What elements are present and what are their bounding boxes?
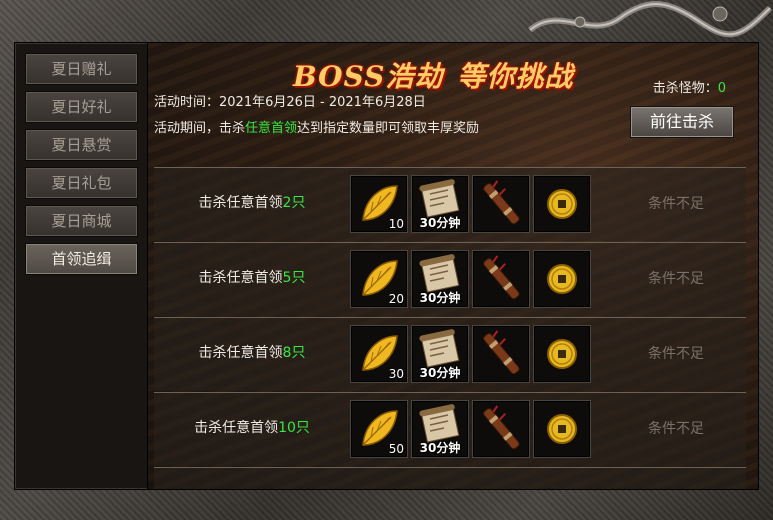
- reward-slot-leaf[interactable]: 20: [350, 250, 408, 308]
- sidebar-item-boss-hunt[interactable]: 首领追缉: [25, 243, 138, 275]
- reward-slot-leaf[interactable]: 50: [350, 400, 408, 458]
- desc-before: 活动期间，击杀: [154, 121, 246, 136]
- leaf-quantity: 30: [388, 367, 404, 381]
- reward-slot-coin[interactable]: [533, 250, 591, 308]
- claim-status[interactable]: 条件不足: [606, 393, 746, 467]
- claim-status[interactable]: 条件不足: [606, 243, 746, 317]
- page-title: BOSS浩劫 等你挑战: [293, 55, 573, 95]
- sidebar-item-summer-goodies[interactable]: 夏日好礼: [25, 91, 138, 123]
- reward-slot-scroll[interactable]: 30分钟: [411, 325, 469, 383]
- reward-slot-scroll[interactable]: 30分钟: [411, 400, 469, 458]
- reward-slot-bundle[interactable]: [472, 400, 530, 458]
- event-time: 活动时间：2021年6月26日 - 2021年6月28日: [154, 91, 426, 110]
- reward-slot-coin[interactable]: [533, 175, 591, 233]
- kill-label: 击杀怪物：: [652, 81, 718, 96]
- sidebar-item-summer-shop[interactable]: 夏日商城: [25, 205, 138, 237]
- reward-slot-scroll[interactable]: 30分钟: [411, 250, 469, 308]
- claim-status[interactable]: 条件不足: [606, 318, 746, 392]
- dragon-ornament-icon: [528, 1, 773, 38]
- reward-row: 击杀任意首领8只 30 30分钟 条件不足: [154, 317, 746, 391]
- reward-row: 击杀任意首领5只 20 30分钟 条件不足: [154, 242, 746, 316]
- event-time-value: 2021年6月26日 - 2021年6月28日: [219, 95, 426, 110]
- reward-slot-bundle[interactable]: [472, 250, 530, 308]
- event-panel: BOSS浩劫 等你挑战 击杀怪物：0 活动时间：2021年6月26日 - 2021…: [147, 42, 759, 490]
- kill-counter: 击杀怪物：0: [653, 77, 726, 96]
- row-condition: 击杀任意首领10只: [154, 393, 350, 467]
- row-condition-count: 2只: [282, 195, 306, 211]
- sidebar-item-summer-bounty[interactable]: 夏日悬赏: [25, 129, 138, 161]
- claim-status[interactable]: 条件不足: [606, 168, 746, 242]
- reward-slot-coin[interactable]: [533, 400, 591, 458]
- leaf-quantity: 20: [388, 292, 404, 306]
- reward-slot-coin[interactable]: [533, 325, 591, 383]
- reward-row-partial: [154, 467, 746, 489]
- go-kill-button[interactable]: 前往击杀: [630, 106, 734, 138]
- sidebar-item-summer-pack[interactable]: 夏日礼包: [25, 167, 138, 199]
- row-condition-prefix: 击杀任意首领: [198, 195, 283, 211]
- row-condition: 击杀任意首领8只: [154, 318, 350, 392]
- title-zh: 等你挑战: [457, 60, 574, 93]
- row-condition-prefix: 击杀任意首领: [198, 345, 283, 361]
- sidebar-item-summer-gift[interactable]: 夏日赠礼: [25, 53, 138, 85]
- scroll-duration: 30分钟: [419, 441, 461, 455]
- leaf-quantity: 50: [388, 442, 404, 456]
- row-condition: 击杀任意首领2只: [154, 168, 350, 242]
- row-condition-prefix: 击杀任意首领: [194, 420, 279, 436]
- leaf-quantity: 10: [388, 217, 404, 231]
- row-condition-prefix: 击杀任意首领: [198, 270, 283, 286]
- reward-row: 击杀任意首领2只 10 30分钟 条件不足: [154, 167, 746, 241]
- kill-value: 0: [717, 81, 726, 96]
- reward-slot-scroll[interactable]: 30分钟: [411, 175, 469, 233]
- reward-slot-leaf[interactable]: 30: [350, 325, 408, 383]
- row-condition-count: 5只: [282, 270, 306, 286]
- event-time-label: 活动时间：: [154, 95, 220, 110]
- row-condition-count: 10只: [278, 420, 310, 436]
- row-condition-count: 8只: [282, 345, 306, 361]
- scroll-duration: 30分钟: [419, 366, 461, 380]
- reward-slot-bundle[interactable]: [472, 325, 530, 383]
- reward-row: 击杀任意首领10只 50 30分钟 条件不足: [154, 392, 746, 466]
- sidebar: 夏日赠礼 夏日好礼 夏日悬赏 夏日礼包 夏日商城 首领追缉: [14, 42, 149, 490]
- row-condition: 击杀任意首领5只: [154, 243, 350, 317]
- desc-highlight: 任意首领: [245, 121, 298, 136]
- reward-slot-bundle[interactable]: [472, 175, 530, 233]
- scroll-duration: 30分钟: [419, 291, 461, 305]
- reward-slot-leaf[interactable]: 10: [350, 175, 408, 233]
- reward-list: 击杀任意首领2只 10 30分钟 条件不足 击杀任意首领5只 20 30分钟 条件不足 击杀任意…: [154, 167, 746, 489]
- scroll-duration: 30分钟: [419, 216, 461, 230]
- desc-after: 达到指定数量即可领取丰厚奖励: [297, 121, 480, 136]
- title-latin: BOSS浩劫: [293, 60, 444, 93]
- event-description: 活动期间，击杀任意首领达到指定数量即可领取丰厚奖励: [154, 117, 479, 136]
